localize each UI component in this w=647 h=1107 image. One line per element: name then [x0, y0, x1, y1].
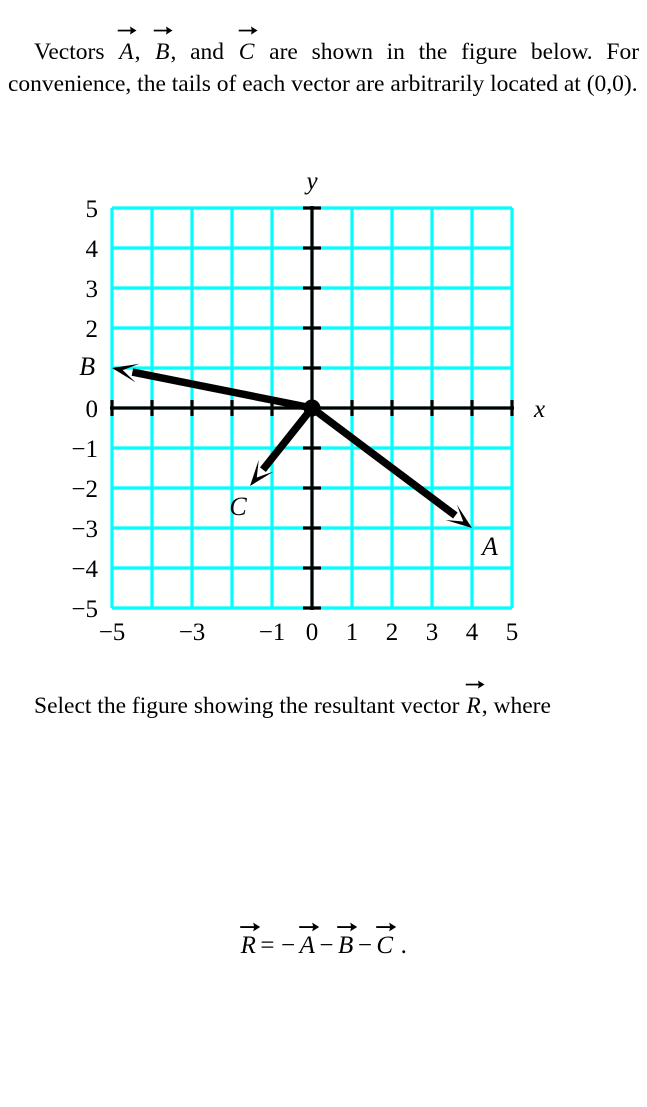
- intro-text-part1: Vectors: [34, 38, 105, 65]
- equation-a-symbol: A: [298, 922, 319, 960]
- equation-r-letter: R: [240, 932, 257, 959]
- vector-b-inline-symbol: B: [154, 26, 173, 68]
- vector-figure: −5 −3 −1 0 1 2 3 4 5 5 4 3 2 0 −1 −2 −3 −4 −5 x y ABC: [0, 140, 647, 650]
- vector-figure-svg: −5 −3 −1 0 1 2 3 4 5 54320−1−2−3−4−5 x y ABC: [71, 168, 545, 646]
- vector-arrow-accent-icon: [118, 23, 137, 35]
- x-tick-label: −1: [259, 619, 286, 646]
- equation-minus-3: −: [357, 932, 373, 959]
- x-tick-label: 4: [466, 619, 479, 646]
- y-tick-label: 0: [86, 396, 99, 423]
- y-tick-label: −1: [71, 436, 98, 463]
- vector-r-letter: R: [466, 692, 481, 719]
- select-text-part1: Select the figure showing the resultant …: [34, 692, 460, 719]
- equation-c-letter: C: [376, 932, 394, 959]
- vector-c-inline-symbol: C: [238, 26, 258, 68]
- y-axis-label: y: [303, 168, 318, 195]
- equation-a-letter: A: [299, 932, 316, 959]
- x-tick-label: 3: [426, 619, 439, 646]
- x-tick-label: 0: [306, 619, 319, 646]
- intro-paragraph: Vectors A, B, and C are shown in the fig…: [8, 26, 639, 100]
- equation-minus-1: −: [281, 932, 296, 959]
- select-text-part2: , where: [481, 692, 551, 719]
- origin-point-marker: [303, 399, 321, 417]
- y-tick-label: −4: [71, 556, 98, 583]
- vector-shaft-a: [309, 405, 458, 519]
- equation-period: .: [400, 932, 408, 959]
- x-tick-label: −5: [99, 619, 126, 646]
- vector-label-c: C: [229, 492, 247, 521]
- y-axis-tick-labels: 5 4 3 2 0 −1 −2 −3 −4 −5: [71, 196, 98, 623]
- x-tick-label: 2: [386, 619, 399, 646]
- y-tick-label: 4: [86, 236, 99, 263]
- x-tick-label: 1: [346, 619, 359, 646]
- vector-r-inline-symbol: R: [465, 680, 485, 722]
- vector-label-a: A: [480, 532, 498, 561]
- equation-minus-2: −: [319, 932, 335, 959]
- vector-label-b: B: [79, 352, 95, 381]
- vector-b-letter: B: [155, 38, 170, 65]
- equation-c-symbol: C: [375, 922, 397, 960]
- x-tick-label: −3: [179, 619, 206, 646]
- y-tick-label: 2: [86, 316, 99, 343]
- vector-shaft-b: [131, 368, 313, 412]
- vector-a-letter: A: [119, 38, 134, 65]
- vector-arrow-accent-icon: [239, 919, 260, 932]
- equation-b-symbol: B: [337, 922, 358, 960]
- equation-equals-sign: =: [260, 932, 276, 959]
- y-tick-label: −3: [71, 516, 98, 543]
- equation-r-symbol: R: [239, 922, 260, 960]
- vector-a-inline-symbol: A: [118, 26, 137, 68]
- select-paragraph: Select the figure showing the resultant …: [8, 680, 639, 722]
- vector-arrow-accent-icon: [465, 677, 485, 689]
- resultant-equation: R = − A − B − C.: [0, 922, 647, 960]
- vector-arrow-accent-icon: [337, 919, 358, 932]
- y-tick-label: −2: [71, 476, 98, 503]
- vector-arrows: A B C: [79, 352, 498, 561]
- x-axis-tick-labels: −5 −3 −1 0 1 2 3 4 5: [99, 619, 519, 646]
- vector-c-letter: C: [238, 38, 255, 65]
- vector-arrow-accent-icon: [298, 919, 319, 932]
- x-tick-label: 5: [506, 619, 519, 646]
- vector-arrow-accent-icon: [238, 23, 258, 35]
- vector-arrow-accent-icon: [376, 919, 397, 932]
- equation-b-letter: B: [338, 932, 354, 959]
- intro-text-part3: , and: [170, 38, 225, 65]
- y-tick-label: 5: [86, 196, 99, 223]
- vector-shaft-c: [260, 405, 315, 473]
- vector-arrow-accent-icon: [154, 23, 173, 35]
- intro-text-part2: ,: [134, 38, 141, 65]
- x-axis-label: x: [533, 396, 545, 423]
- y-tick-label: −5: [71, 596, 98, 623]
- y-tick-label: 3: [86, 276, 99, 303]
